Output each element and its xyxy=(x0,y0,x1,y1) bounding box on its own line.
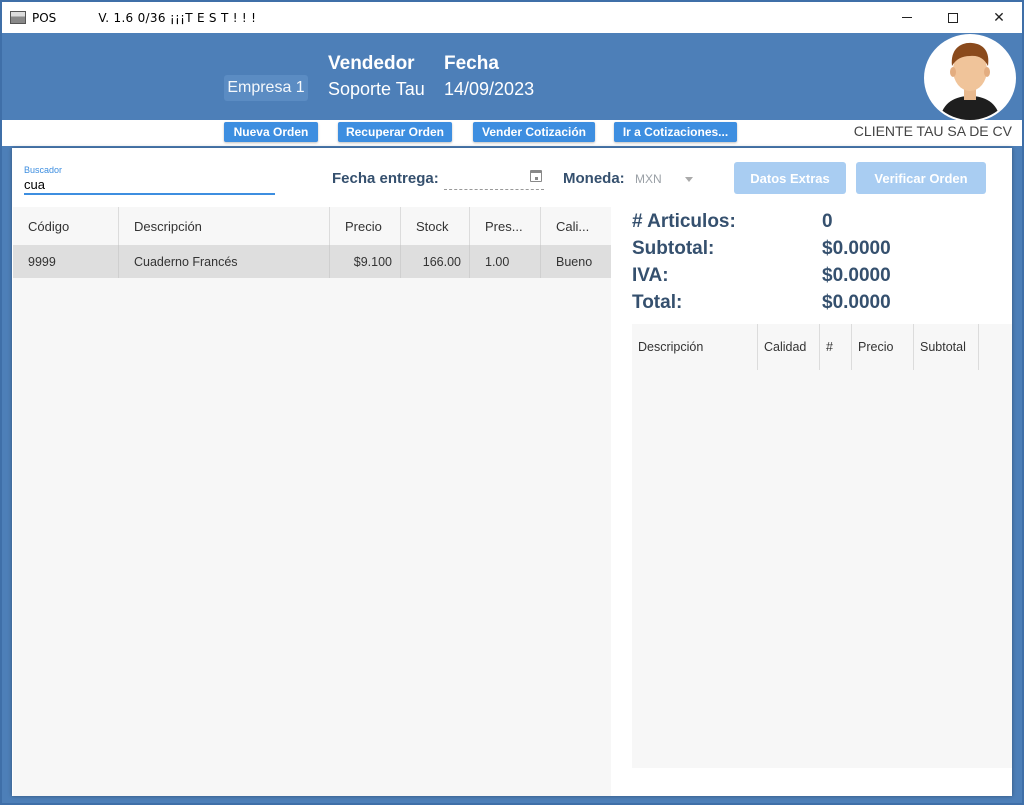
minimize-icon xyxy=(902,17,912,18)
table-row[interactable]: 9999 Cuaderno Francés $9.100 166.00 1.00… xyxy=(13,245,611,278)
column-header-presentacion[interactable]: Pres... xyxy=(470,207,541,245)
column-header-stock[interactable]: Stock xyxy=(401,207,470,245)
summary-total: Total: $0.0000 xyxy=(632,289,932,316)
order-table-header: Descripción Calidad # Precio Subtotal xyxy=(632,324,1012,370)
app-icon xyxy=(10,11,26,24)
moneda-label: Moneda: xyxy=(563,170,625,187)
summary-articulos: # Articulos: 0 xyxy=(632,208,932,235)
avatar[interactable] xyxy=(924,34,1016,122)
header-bar: Empresa 1 Vendedor Soporte Tau Fecha 14/… xyxy=(2,33,1022,122)
column-header-calidad[interactable]: Cali... xyxy=(541,207,611,245)
iva-label: IVA: xyxy=(632,264,669,286)
fecha-entrega-label: Fecha entrega: xyxy=(332,170,439,187)
cell-presentacion: 1.00 xyxy=(470,245,541,278)
column-header-precio[interactable]: Precio xyxy=(330,207,401,245)
app-window: POS V. 1.6 0/36 ¡¡¡T E S T ! ! ! ✕ Empre… xyxy=(0,0,1024,805)
verificar-orden-button[interactable]: Verificar Orden xyxy=(856,162,986,194)
cell-calidad: Bueno xyxy=(556,254,593,269)
cell-codigo: 9999 xyxy=(13,245,119,278)
vendedor-label: Vendedor xyxy=(328,53,415,74)
subtotal-label: Subtotal: xyxy=(632,237,715,259)
iva-value: $0.0000 xyxy=(822,264,891,286)
order-summary: # Articulos: 0 Subtotal: $0.0000 IVA: $0… xyxy=(632,208,932,316)
action-bar: Nueva Orden Recuperar Orden Vender Cotiz… xyxy=(2,120,1022,146)
cell-stock: 166.00 xyxy=(401,245,470,278)
calendar-icon[interactable] xyxy=(530,170,542,182)
total-label: Total: xyxy=(632,291,683,313)
cell-descripcion: Cuaderno Francés xyxy=(119,245,330,278)
app-title: POS xyxy=(32,10,57,25)
total-value: $0.0000 xyxy=(822,291,891,313)
recuperar-orden-button[interactable]: Recuperar Orden xyxy=(338,122,452,142)
order-column-subtotal[interactable]: Subtotal xyxy=(914,324,979,370)
close-button[interactable]: ✕ xyxy=(976,2,1022,33)
maximize-icon xyxy=(948,12,958,23)
order-column-calidad[interactable]: Calidad xyxy=(758,324,820,370)
nueva-orden-button[interactable]: Nueva Orden xyxy=(224,122,318,142)
fecha-value: 14/09/2023 xyxy=(444,79,535,99)
articulos-label: # Articulos: xyxy=(632,210,736,232)
search-label: Buscador xyxy=(24,165,63,175)
order-column-descripcion[interactable]: Descripción xyxy=(632,324,758,370)
articulos-value: 0 xyxy=(822,210,833,232)
summary-iva: IVA: $0.0000 xyxy=(632,262,932,289)
minimize-button[interactable] xyxy=(884,2,930,33)
maximize-button[interactable] xyxy=(930,2,976,33)
title-bar: POS V. 1.6 0/36 ¡¡¡T E S T ! ! ! ✕ xyxy=(2,2,1022,33)
moneda-value: MXN xyxy=(635,172,662,186)
column-header-codigo[interactable]: Código xyxy=(13,207,119,245)
datos-extras-button[interactable]: Datos Extras xyxy=(734,162,846,194)
order-panel: Buscador Fecha entrega: Moneda: MXN Dato… xyxy=(12,148,1012,796)
vender-cotizacion-button[interactable]: Vender Cotización xyxy=(473,122,595,142)
empresa-selector[interactable]: Empresa 1 xyxy=(224,75,308,101)
subtotal-value: $0.0000 xyxy=(822,237,891,259)
user-avatar-icon xyxy=(940,42,1000,120)
search-input[interactable] xyxy=(24,175,275,195)
chevron-down-icon xyxy=(685,176,693,182)
window-controls: ✕ xyxy=(884,2,1022,33)
fecha-entrega-input[interactable] xyxy=(444,166,544,190)
cell-precio: $9.100 xyxy=(330,245,401,278)
fecha-label: Fecha xyxy=(444,53,499,74)
products-table-header: Código Descripción Precio Stock Pres... … xyxy=(13,207,611,245)
summary-subtotal: Subtotal: $0.0000 xyxy=(632,235,932,262)
version-text: V. 1.6 0/36 ¡¡¡T E S T ! ! ! xyxy=(98,10,257,25)
order-column-precio[interactable]: Precio xyxy=(852,324,914,370)
column-header-descripcion[interactable]: Descripción xyxy=(119,207,330,245)
order-items-table: Descripción Calidad # Precio Subtotal xyxy=(632,324,1012,768)
products-table: Código Descripción Precio Stock Pres... … xyxy=(13,207,611,796)
close-icon: ✕ xyxy=(993,9,1005,26)
moneda-select[interactable]: MXN xyxy=(633,168,695,190)
vendedor-value: Soporte Tau xyxy=(328,79,425,99)
ir-cotizaciones-button[interactable]: Ir a Cotizaciones... xyxy=(614,122,737,142)
cliente-name[interactable]: CLIENTE TAU SA DE CV xyxy=(854,123,1012,139)
order-column-cantidad[interactable]: # xyxy=(820,324,852,370)
